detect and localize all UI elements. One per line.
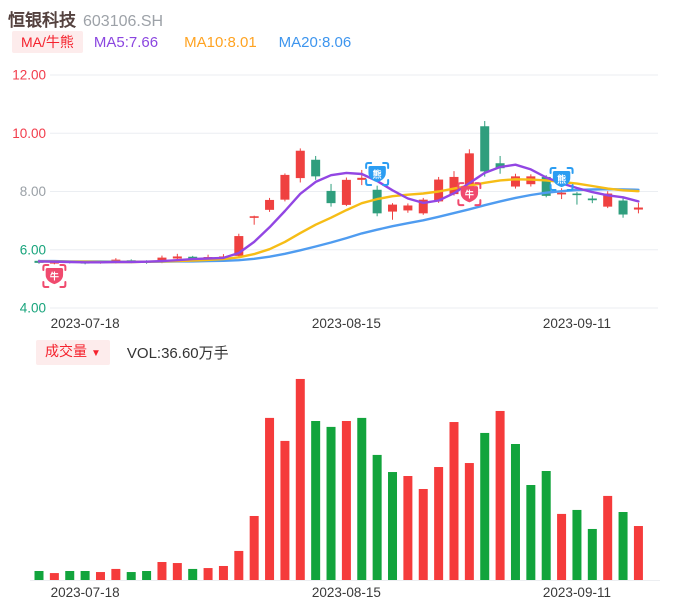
volume-bar <box>249 515 259 580</box>
candle-body <box>618 200 628 215</box>
volume-bar <box>510 444 520 580</box>
volume-bar <box>34 571 44 580</box>
candle-body <box>265 199 275 210</box>
volume-bar <box>142 571 152 580</box>
bull-marker-icon[interactable]: 牛 <box>457 182 482 207</box>
x-tick-label: 2023-07-18 <box>51 316 120 331</box>
volume-bar <box>341 420 351 580</box>
candle-body <box>357 177 367 180</box>
volume-bar <box>80 571 90 580</box>
volume-bar <box>218 565 228 580</box>
x-tick-label: 2023-09-11 <box>543 316 611 331</box>
volume-bar <box>495 410 505 580</box>
volume-bar <box>434 467 444 580</box>
candlestick-price-chart[interactable]: 12.00 10.00 8.00 6.00 4.00 牛 熊牛 熊 2023-07-18 2023… <box>0 60 686 335</box>
chart-title-bar: 恒银科技 603106.SH <box>8 6 163 31</box>
candle-body <box>172 256 182 259</box>
volume-bar <box>403 476 413 580</box>
ma-legend-row: MA/牛熊 MA5:7.66 MA10:8.01 MA20:8.06 <box>12 31 351 53</box>
x-tick-label: 2023-08-15 <box>312 585 381 600</box>
volume-bar <box>357 417 367 580</box>
candle-body <box>480 126 490 172</box>
x-tick-label: 2023-08-15 <box>312 316 381 331</box>
y-tick-label: 10.00 <box>12 126 46 141</box>
bear-marker-icon[interactable]: 熊 <box>365 162 390 187</box>
volume-dropdown[interactable]: 成交量 ▼ <box>36 340 110 365</box>
candle-body <box>295 150 305 179</box>
volume-bar <box>111 568 121 580</box>
volume-bar <box>157 562 167 580</box>
volume-bar <box>372 454 382 580</box>
candle-body <box>388 204 398 212</box>
candle-body <box>249 216 259 218</box>
candle-body <box>557 192 567 195</box>
svg-text:牛: 牛 <box>465 189 474 200</box>
volume-bar <box>633 526 643 580</box>
y-tick-label: 12.00 <box>12 68 46 83</box>
volume-bar <box>280 440 290 580</box>
candle-body <box>280 174 290 200</box>
volume-bar <box>464 463 474 580</box>
candle-body <box>510 176 520 187</box>
volume-bar <box>587 528 597 580</box>
ma20-legend-value: MA20:8.06 <box>278 33 352 51</box>
volume-bar <box>618 512 628 580</box>
volume-bar <box>126 572 136 580</box>
volume-bar <box>49 573 59 580</box>
volume-bar <box>526 485 536 580</box>
svg-text:牛: 牛 <box>50 270 59 281</box>
volume-bar <box>234 550 244 580</box>
volume-bar <box>295 378 305 580</box>
volume-bar <box>95 572 105 580</box>
x-tick-label: 2023-07-18 <box>51 585 120 600</box>
candle-body <box>633 207 643 210</box>
volume-bar <box>572 509 582 580</box>
x-tick-label: 2023-09-11 <box>543 585 611 600</box>
volume-bar-chart[interactable]: 2023-07-18 2023-08-15 2023-09-11 <box>0 368 686 606</box>
volume-bar <box>311 420 321 580</box>
y-tick-label: 8.00 <box>20 184 46 199</box>
volume-bar <box>326 426 336 580</box>
candle-body <box>587 198 597 201</box>
candle-body <box>372 189 382 214</box>
volume-bar <box>557 513 567 580</box>
ma-mode-badge[interactable]: MA/牛熊 <box>12 31 83 53</box>
volume-bar <box>480 432 490 580</box>
bull-marker-icon[interactable]: 牛 <box>42 263 67 288</box>
candle-body <box>403 205 413 211</box>
svg-text:熊: 熊 <box>373 168 382 179</box>
volume-value: VOL:36.60万手 <box>126 345 229 362</box>
candle-body <box>311 159 321 177</box>
volume-bar <box>449 422 459 580</box>
volume-bar <box>203 568 213 580</box>
volume-bar <box>603 495 613 580</box>
volume-bar <box>265 417 275 580</box>
candle-body <box>572 193 582 196</box>
y-tick-label: 4.00 <box>20 301 46 316</box>
volume-bar <box>65 571 75 580</box>
stock-name: 恒银科技 <box>8 11 76 30</box>
volume-header: 成交量 ▼ VOL:36.60万手 <box>36 340 229 365</box>
volume-bar <box>172 563 182 580</box>
ma20-line <box>37 187 640 263</box>
y-tick-label: 6.00 <box>20 242 46 257</box>
volume-bar <box>541 470 551 580</box>
ma10-legend-value: MA10:8.01 <box>184 33 257 51</box>
svg-text:熊: 熊 <box>557 173 566 184</box>
stock-code: 603106.SH <box>83 13 164 30</box>
volume-bar <box>388 472 398 580</box>
candle-body <box>341 179 351 205</box>
candle-body <box>326 190 336 204</box>
ma5-legend-value: MA5:7.66 <box>93 33 159 51</box>
volume-bar <box>418 488 428 580</box>
volume-bar <box>188 568 198 580</box>
chevron-down-icon: ▼ <box>91 348 101 359</box>
